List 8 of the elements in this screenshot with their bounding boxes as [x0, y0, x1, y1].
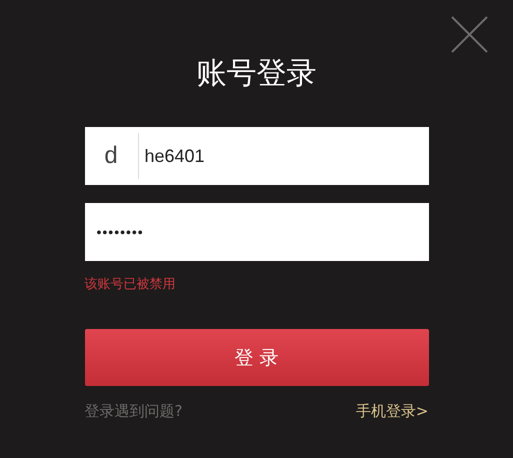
username-field[interactable]: he6401 — [138, 127, 428, 185]
dialog-title: 账号登录 — [196, 55, 316, 93]
user-prefix: d — [84, 127, 138, 185]
error-message: 该账号已被禁用 — [84, 276, 176, 294]
password-field[interactable]: •••••••• — [84, 203, 428, 261]
phone-login-link[interactable]: 手机登录> — [356, 400, 428, 422]
login-button[interactable]: 登 录 — [84, 329, 428, 386]
close-icon[interactable] — [451, 16, 488, 53]
